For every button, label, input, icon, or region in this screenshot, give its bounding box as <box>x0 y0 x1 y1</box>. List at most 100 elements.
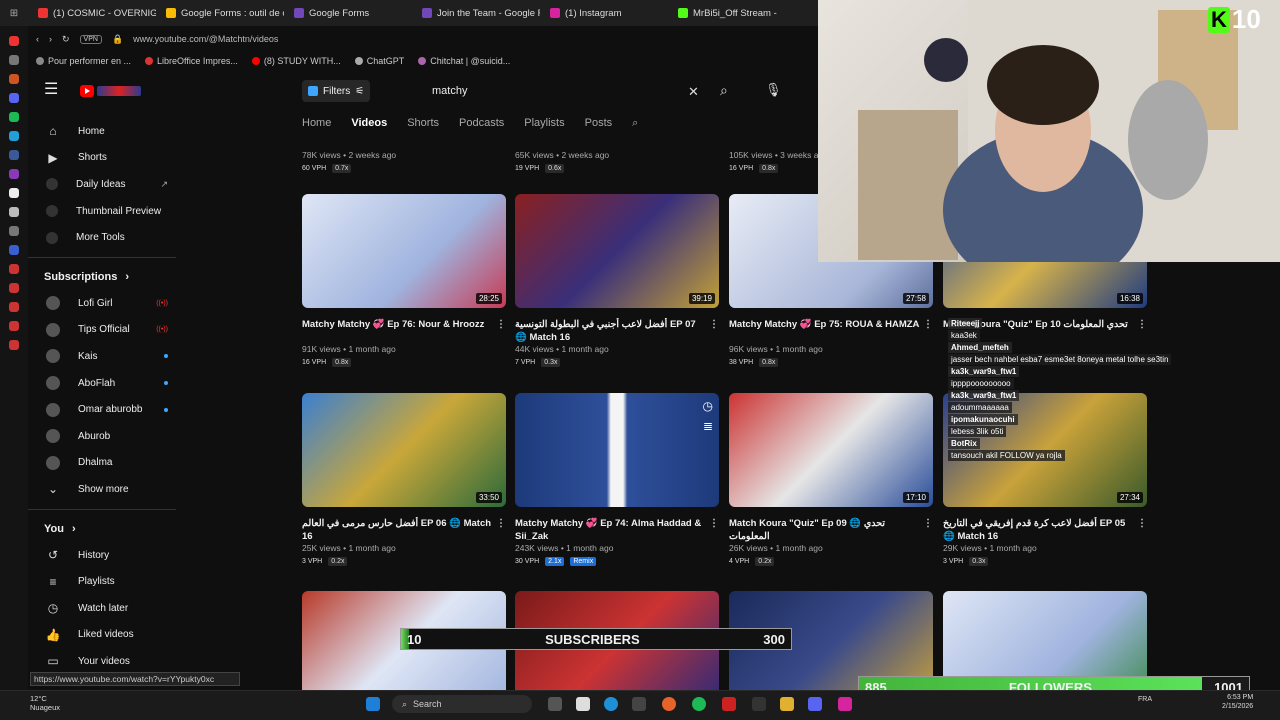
taskbar-clock[interactable]: 6:53 PM 2/15/2026 <box>1222 693 1253 711</box>
firefox-icon[interactable] <box>662 697 676 711</box>
search-input[interactable]: matchy <box>420 79 710 103</box>
more-options-icon[interactable]: ⋮ <box>709 318 719 331</box>
video-card-partial[interactable]: 78K views • 2 weeks ago 60 VPH 0.7x <box>302 150 506 173</box>
side-app-icon[interactable] <box>9 188 19 198</box>
side-app-icon[interactable] <box>9 55 19 65</box>
discord-icon[interactable] <box>808 697 822 711</box>
sidebar-item-liked-videos[interactable]: 👍 Liked videos <box>28 622 188 649</box>
bookmark-item[interactable]: (8) STUDY WITH... <box>251 56 341 66</box>
video-card[interactable]: 28:25 Matchy Matchy 💞 Ep 76: Nour & Hrooz… <box>302 194 506 367</box>
edge-icon[interactable] <box>604 697 618 711</box>
sidebar-item-playlists[interactable]: ≡ Playlists <box>28 568 188 595</box>
video-card[interactable]: 17:10 Match Koura "Quiz" Ep 09 🌐 تحدي الم… <box>729 393 933 566</box>
sidebar-item-watch-later[interactable]: ◷ Watch later <box>28 595 188 622</box>
back-icon[interactable]: ‹ <box>36 34 39 44</box>
watch-later-icon[interactable]: ◷ <box>703 399 713 413</box>
search-icon[interactable]: ⌕ <box>720 82 728 99</box>
spotify-icon[interactable] <box>692 697 706 711</box>
filters-button[interactable]: Filters ⚟ <box>302 80 370 102</box>
video-title[interactable]: أفضل حارس مرمى في العالم EP 06 🌐 Match 1… <box>302 517 506 543</box>
more-options-icon[interactable]: ⋮ <box>496 318 506 331</box>
browser-tab[interactable]: MrBi5i_Off Stream - Watc <box>668 0 778 26</box>
side-app-icon[interactable] <box>9 302 19 312</box>
browser-tab[interactable]: Google Forms : outil de cr <box>156 0 284 26</box>
video-thumbnail[interactable]: 39:19 <box>515 194 719 308</box>
sidebar-item-home[interactable]: ⌂ Home <box>28 118 188 145</box>
video-card[interactable]: ◷ ≣ Matchy Matchy 💞 Ep 74: Alma Haddad & S… <box>515 393 719 566</box>
channel-search-icon[interactable]: ⌕ <box>632 117 638 135</box>
side-app-icon[interactable] <box>9 74 19 84</box>
more-options-icon[interactable]: ⋮ <box>496 517 506 530</box>
windows-start-icon[interactable] <box>366 697 380 711</box>
side-app-icon[interactable] <box>9 112 19 122</box>
sidebar-item-history[interactable]: ↺ History <box>28 542 188 569</box>
task-view-icon[interactable] <box>548 697 562 711</box>
folder-icon[interactable] <box>780 697 794 711</box>
side-app-icon[interactable] <box>9 283 19 293</box>
side-app-icon[interactable] <box>9 93 19 103</box>
subscription-item[interactable]: Lofi Girl ((•)) <box>28 290 188 317</box>
more-options-icon[interactable]: ⋮ <box>923 318 933 331</box>
more-options-icon[interactable]: ⋮ <box>923 517 933 530</box>
tab-shorts[interactable]: Shorts <box>407 117 439 135</box>
tab-podcasts[interactable]: Podcasts <box>459 117 504 135</box>
video-title[interactable]: أفضل لاعب كرة قدم إفريقي في التاريخ EP 0… <box>943 517 1147 543</box>
microphone-icon[interactable]: 🎙 <box>765 82 782 98</box>
video-title[interactable]: Matchy Matchy 💞 Ep 74: Alma Haddad & Sii… <box>515 517 719 543</box>
side-app-icon[interactable] <box>9 340 19 350</box>
sidebar-item-your-videos[interactable]: ▭ Your videos <box>28 648 188 675</box>
video-title[interactable]: Matchy Matchy 💞 Ep 75: ROUA & HAMZA ⋮ <box>729 318 933 344</box>
tab-videos[interactable]: Videos <box>351 117 387 135</box>
taskbar-search[interactable]: ⌕ Search <box>392 695 532 713</box>
bookmark-item[interactable]: Pour performer en ... <box>36 56 131 66</box>
browser-tab[interactable]: Join the Team - Google F <box>412 0 540 26</box>
side-app-icon[interactable] <box>9 131 19 141</box>
side-app-icon[interactable] <box>9 207 19 217</box>
address-bar[interactable]: ‹ › ↻ VPN 🔒 www.youtube.com/@Matchtn/vid… <box>28 28 820 50</box>
video-title[interactable]: Matchy Matchy 💞 Ep 76: Nour & Hroozz ⋮ <box>302 318 506 344</box>
window-menu-icon[interactable]: ⊞ <box>0 8 28 19</box>
video-thumbnail[interactable]: 28:25 <box>302 194 506 308</box>
opera-icon[interactable] <box>722 697 736 711</box>
clear-search-icon[interactable]: ✕ <box>688 84 699 100</box>
video-card-partial[interactable]: 65K views • 2 weeks ago 19 VPH 0.6x <box>515 150 719 173</box>
side-app-icon[interactable] <box>9 36 19 46</box>
show-more-button[interactable]: ⌄ Show more <box>28 476 188 503</box>
side-app-icon[interactable] <box>9 150 19 160</box>
subscription-item[interactable]: AboFlah <box>28 370 188 397</box>
video-card[interactable]: 33:50 أفضل حارس مرمى في العالم EP 06 🌐 Ma… <box>302 393 506 566</box>
subscription-item[interactable]: Kais <box>28 343 188 370</box>
video-title[interactable]: أفضل لاعب أجنبي في البطولة التونسية EP 0… <box>515 318 719 344</box>
sidebar-extension-item[interactable]: Thumbnail Preview <box>28 198 188 225</box>
subscription-item[interactable]: Tips Official ((•)) <box>28 317 188 344</box>
side-app-icon[interactable] <box>9 226 19 236</box>
sidebar-extension-item[interactable]: Daily Ideas ↗ <box>28 171 188 198</box>
bookmark-item[interactable]: ChatGPT <box>354 56 404 66</box>
subscription-item[interactable]: Omar aburobb <box>28 396 188 423</box>
vpn-badge[interactable]: VPN <box>79 34 102 44</box>
tab-posts[interactable]: Posts <box>585 117 613 135</box>
side-app-icon[interactable] <box>9 264 19 274</box>
subscriptions-header[interactable]: Subscriptions › <box>28 264 188 290</box>
video-title[interactable]: Match Koura "Quiz" Ep 09 🌐 تحدي المعلوما… <box>729 517 933 543</box>
instagram-icon[interactable] <box>838 697 852 711</box>
file-icon[interactable] <box>576 697 590 711</box>
weather-widget[interactable]: 12°C Nuageux <box>30 694 60 712</box>
reload-icon[interactable]: ↻ <box>62 34 70 45</box>
bookmark-item[interactable]: Chitchat | @suicid... <box>418 56 510 66</box>
browser-tab[interactable]: (1) COSMIC - OVERNIGHT <box>28 0 156 26</box>
youtube-logo[interactable] <box>80 82 144 100</box>
you-header[interactable]: You › <box>28 516 188 542</box>
sidebar-item-shorts[interactable]: ▶ Shorts <box>28 145 188 172</box>
hamburger-menu-icon[interactable]: ☰ <box>44 82 60 98</box>
language-indicator[interactable]: FRA <box>1138 696 1152 703</box>
more-options-icon[interactable]: ⋮ <box>709 517 719 530</box>
video-thumbnail[interactable]: 17:10 <box>729 393 933 507</box>
side-app-icon[interactable] <box>9 245 19 255</box>
browser-tab[interactable]: (1) Instagram <box>540 0 668 26</box>
add-to-queue-icon[interactable]: ≣ <box>703 419 713 433</box>
sidebar-extension-item[interactable]: More Tools <box>28 224 188 251</box>
browser-tab[interactable]: Google Forms <box>284 0 412 26</box>
subscription-item[interactable]: Aburob <box>28 423 188 450</box>
url-text[interactable]: www.youtube.com/@Matchtn/videos <box>133 34 278 44</box>
